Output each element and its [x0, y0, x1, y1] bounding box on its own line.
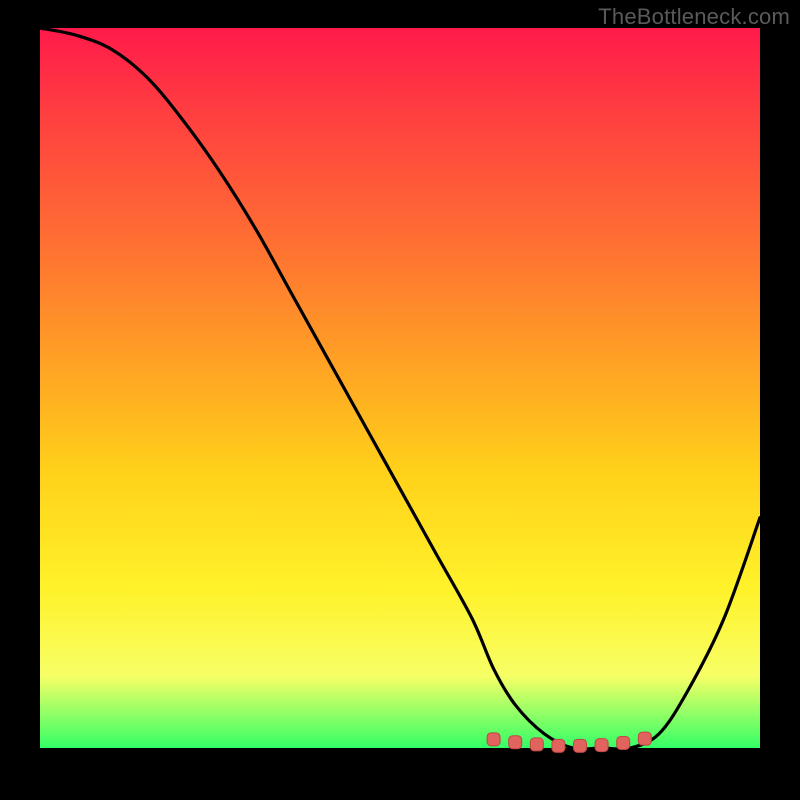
highlight-marker — [487, 733, 500, 746]
highlight-marker — [595, 739, 608, 752]
highlight-marker — [552, 739, 565, 752]
highlight-marker — [574, 739, 587, 752]
chart-frame: TheBottleneck.com — [0, 0, 800, 800]
highlight-marker — [530, 738, 543, 751]
highlight-marker — [638, 732, 651, 745]
highlight-marker — [617, 736, 630, 749]
highlight-markers — [487, 732, 651, 752]
curve-svg — [40, 28, 760, 748]
bottleneck-curve — [40, 28, 760, 749]
watermark-text: TheBottleneck.com — [598, 4, 790, 30]
plot-area — [40, 28, 760, 748]
highlight-marker — [509, 736, 522, 749]
